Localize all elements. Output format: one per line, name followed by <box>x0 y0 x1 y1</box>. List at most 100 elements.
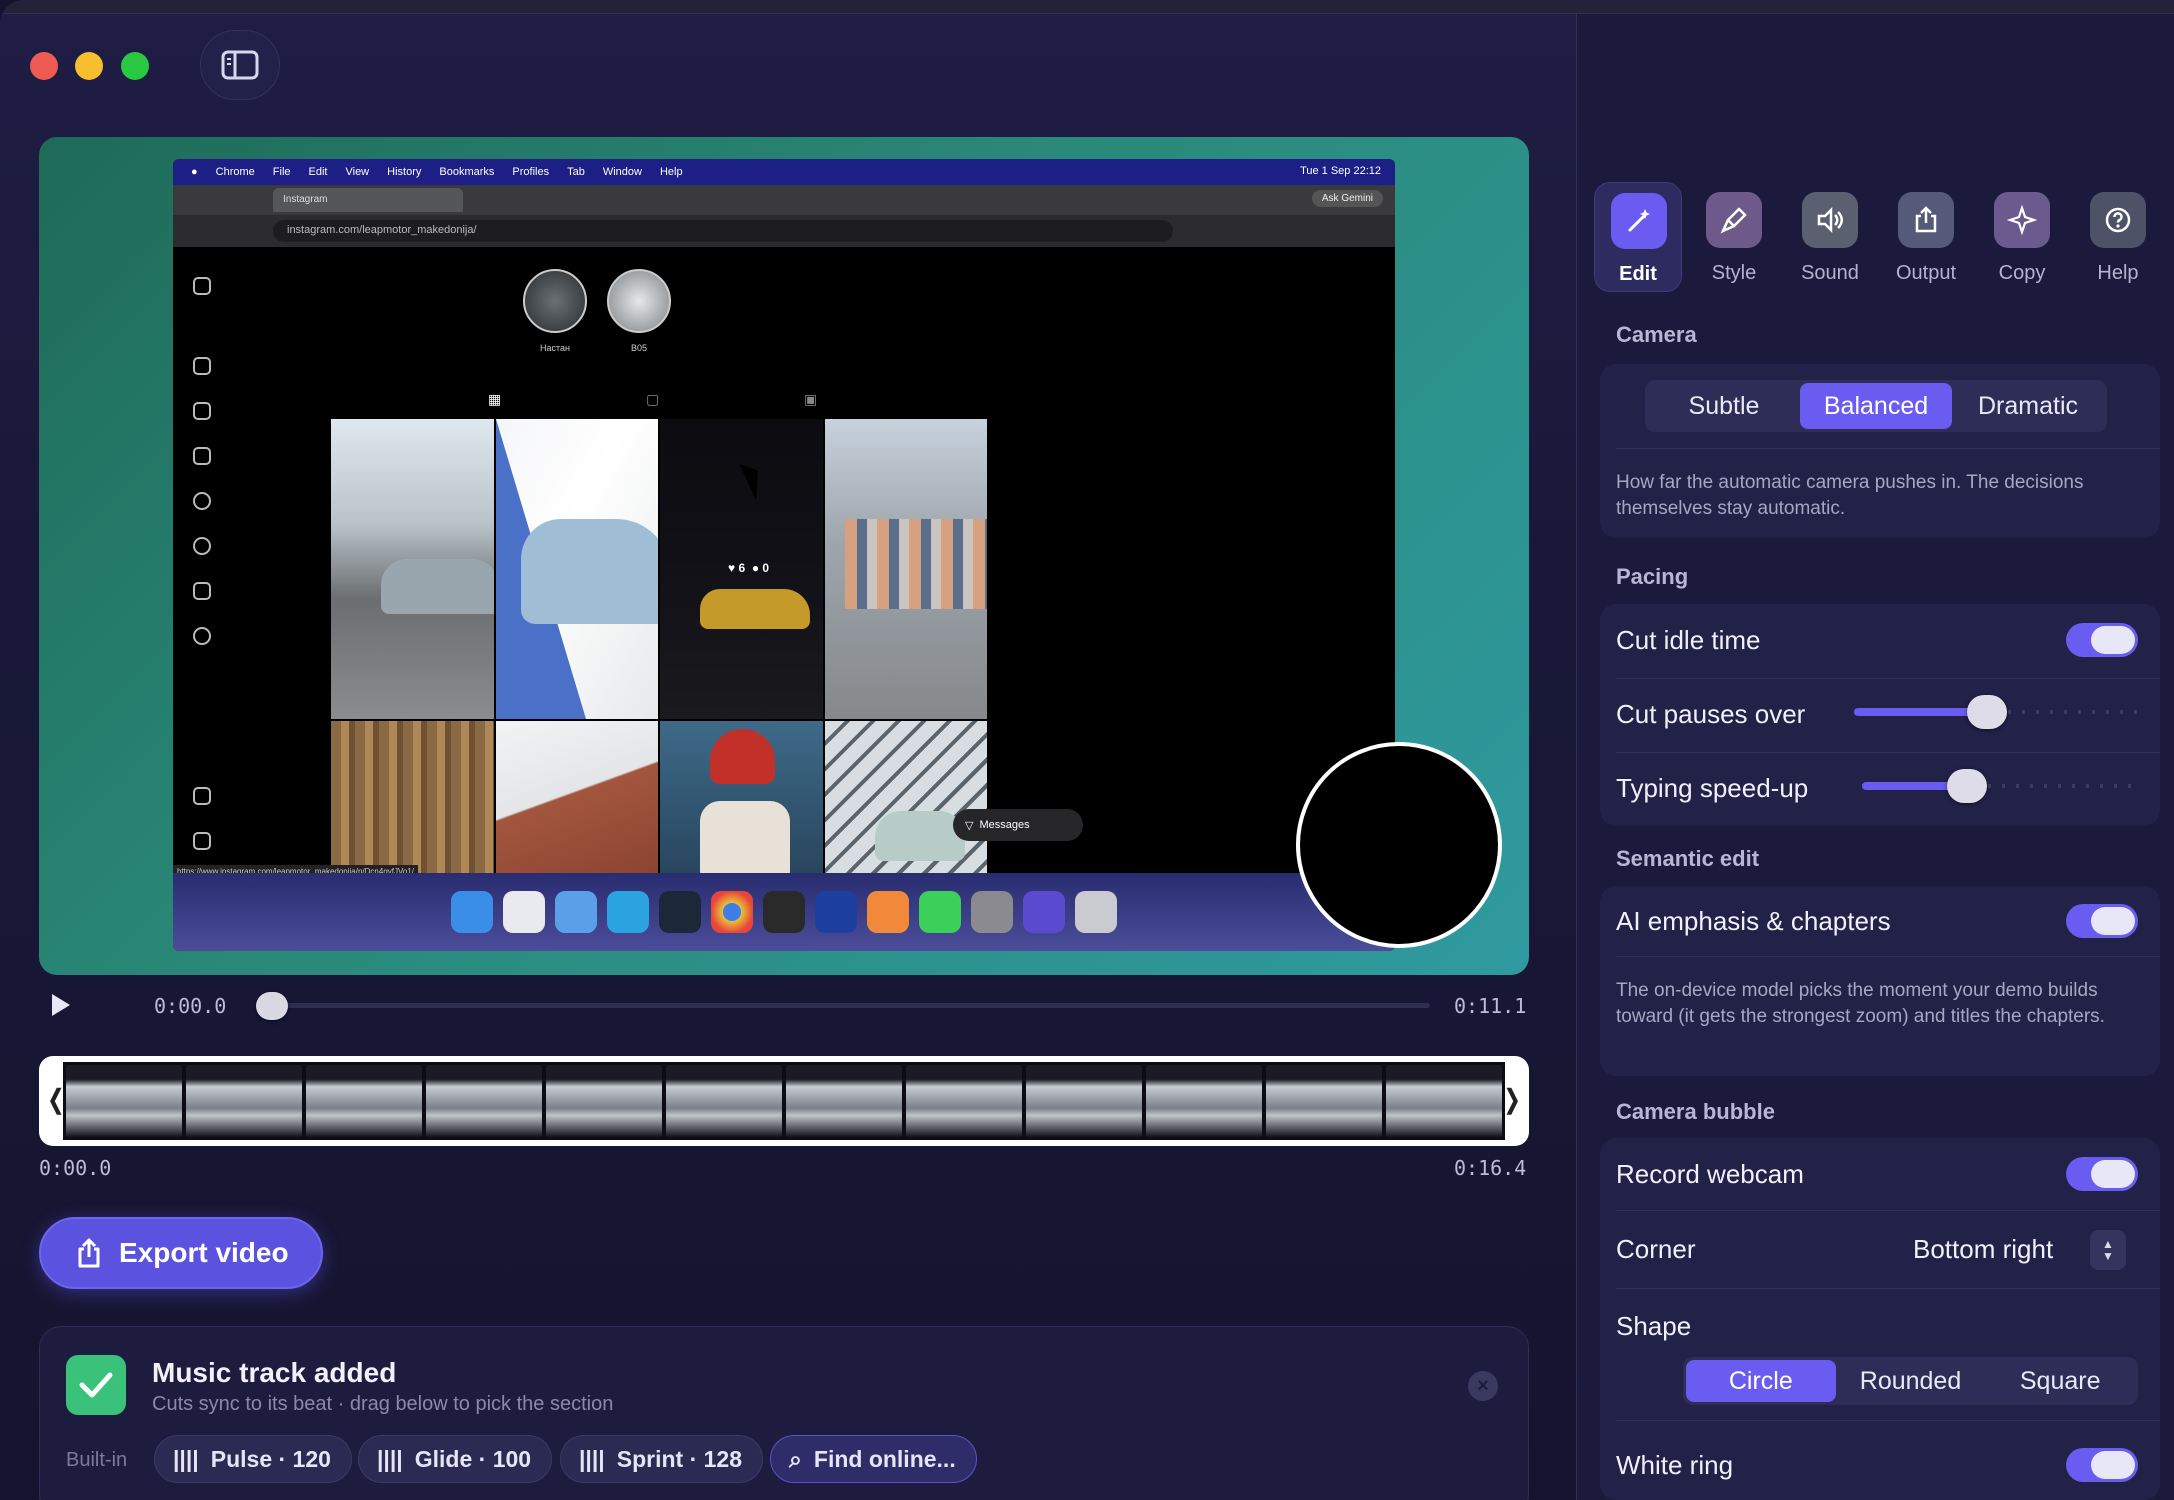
browser-tab: Instagram <box>273 188 463 212</box>
menu-item: History <box>387 166 422 178</box>
slider-knob[interactable] <box>1967 695 2007 729</box>
shape-option-square[interactable]: Square <box>1985 1360 2135 1402</box>
timeline-filmstrip[interactable]: ❬ ❭ <box>39 1056 1529 1146</box>
profile-tabs: ▦ ▢ ▣ <box>488 391 888 411</box>
tab-copy[interactable]: Copy <box>1978 182 2066 292</box>
filmstrip-frame <box>426 1065 542 1137</box>
home-icon <box>193 357 211 375</box>
scrubber-track[interactable] <box>270 1003 1430 1008</box>
menu-item: View <box>345 166 370 178</box>
track-chip-pulse[interactable]: |||| Pulse · 120 <box>154 1435 352 1483</box>
apple-icon: ● <box>191 166 198 178</box>
ai-emphasis-toggle[interactable] <box>2066 904 2138 938</box>
divider <box>1616 678 2160 679</box>
typing-speedup-label: Typing speed-up <box>1616 773 1809 803</box>
white-ring-toggle[interactable] <box>2066 1448 2138 1482</box>
tab-sound[interactable]: Sound <box>1786 182 1874 292</box>
zoom-window-button[interactable] <box>121 52 149 80</box>
checkmark-icon <box>66 1355 126 1415</box>
toast-close-button[interactable]: × <box>1468 1371 1498 1401</box>
waveform-icon: |||| <box>579 1445 605 1472</box>
plus-icon <box>193 582 211 600</box>
app-window: ● Chrome File Edit View History Bookmark… <box>0 0 2174 1500</box>
post-thumbnail <box>824 721 987 881</box>
waveform-icon: |||| <box>173 1445 199 1472</box>
menu-item: Window <box>602 166 642 178</box>
claude-icon <box>867 891 909 933</box>
shape-option-circle[interactable]: Circle <box>1686 1360 1836 1402</box>
camera-option-dramatic[interactable]: Dramatic <box>1952 383 2104 429</box>
white-ring-label: White ring <box>1616 1450 1734 1480</box>
cut-pauses-slider[interactable] <box>1854 692 2138 732</box>
menu-item: Help <box>659 166 683 178</box>
menubar-clock: Tue 1 Sep 22:12 <box>1300 165 1381 177</box>
post-thumbnail <box>824 419 987 719</box>
camera-option-subtle[interactable]: Subtle <box>1648 383 1800 429</box>
corner-select-stepper[interactable]: ▲ ▼ <box>2090 1230 2126 1270</box>
slider-knob[interactable] <box>1947 769 1987 803</box>
title-strip <box>0 0 2174 14</box>
url-field: instagram.com/leapmotor_makedonija/ <box>273 220 1173 242</box>
menu-icon <box>193 787 211 805</box>
divider <box>1616 448 2160 449</box>
post-thumbnail <box>660 721 823 881</box>
video-preview[interactable]: ● Chrome File Edit View History Bookmark… <box>39 137 1529 975</box>
profile-icon <box>193 627 211 645</box>
tab-style[interactable]: Style <box>1690 182 1778 292</box>
tab-edit[interactable]: Edit <box>1594 182 1682 292</box>
heart-icon <box>193 537 211 555</box>
menu-item: Edit <box>308 166 328 178</box>
filmstrip-frame <box>1266 1065 1382 1137</box>
shape-option-rounded[interactable]: Rounded <box>1836 1360 1986 1402</box>
sidebar-toggle-button[interactable] <box>200 30 280 100</box>
browser-urlbar: instagram.com/leapmotor_makedonija/ <box>173 215 1395 247</box>
scrubber-knob[interactable] <box>256 992 288 1020</box>
minimize-window-button[interactable] <box>75 52 103 80</box>
cut-idle-toggle[interactable] <box>2066 623 2138 657</box>
browser-tabbar: Instagram Ask Gemini <box>173 185 1395 215</box>
divider <box>1616 956 2160 957</box>
messages-pill: ▽ Messages <box>953 809 1083 841</box>
webcam-bubble[interactable] <box>1296 742 1502 948</box>
threads-icon <box>193 832 211 850</box>
track-chip-glide[interactable]: |||| Glide · 100 <box>358 1435 553 1483</box>
speaker-icon <box>1802 192 1858 248</box>
corner-select-value[interactable]: Bottom right <box>1913 1234 2053 1265</box>
camera-heading: Camera <box>1616 322 1697 347</box>
play-button[interactable] <box>50 992 72 1018</box>
story-highlight <box>523 269 587 333</box>
post-thumbnail <box>331 419 494 719</box>
tab-help[interactable]: Help <box>2074 182 2162 292</box>
reels-tab-icon: ▢ <box>646 391 660 407</box>
post-grid: ♥ 6 ● 0 <box>331 419 987 881</box>
ask-gemini-chip: Ask Gemini <box>1311 190 1383 207</box>
close-window-button[interactable] <box>30 52 58 80</box>
duration-time: 0:11.1 <box>1454 994 1527 1018</box>
toast-title: Music track added <box>152 1357 397 1388</box>
ai-emphasis-label: AI emphasis & chapters <box>1616 906 1891 936</box>
filmstrip-frame <box>66 1065 182 1137</box>
post-thumbnail <box>331 721 494 881</box>
magic-wand-icon <box>1611 193 1667 249</box>
track-chip-sprint[interactable]: |||| Sprint · 128 <box>560 1435 764 1483</box>
filmstrip-frame <box>306 1065 422 1137</box>
record-webcam-label: Record webcam <box>1616 1159 1804 1189</box>
story-highlight <box>607 269 671 333</box>
export-video-button[interactable]: Export video <box>39 1217 323 1289</box>
tagged-icon: ▣ <box>804 391 818 407</box>
menu-item: Profiles <box>512 166 550 178</box>
current-time: 0:00.0 <box>154 994 227 1018</box>
trim-start-handle[interactable]: ❬ <box>45 1084 67 1115</box>
story-label: B05 <box>630 343 647 353</box>
typing-speedup-slider[interactable] <box>1862 766 2138 806</box>
camera-option-balanced[interactable]: Balanced <box>1800 383 1952 429</box>
post-thumbnail <box>495 419 658 719</box>
tab-output[interactable]: Output <box>1882 182 1970 292</box>
divider <box>1616 1288 2160 1289</box>
trim-end-handle[interactable]: ❭ <box>1501 1084 1523 1115</box>
record-webcam-toggle[interactable] <box>2066 1157 2138 1191</box>
instagram-sidebar <box>173 247 233 850</box>
find-online-button[interactable]: ⌕ Find online... <box>770 1435 977 1483</box>
filmstrip-frame <box>906 1065 1022 1137</box>
send-icon: ▽ <box>965 819 974 832</box>
